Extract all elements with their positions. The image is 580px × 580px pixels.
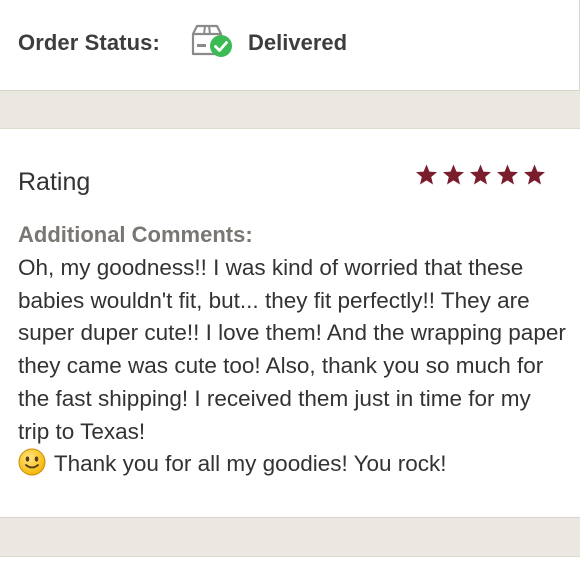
star-icon xyxy=(443,164,464,185)
star-rating xyxy=(414,163,547,187)
section-divider xyxy=(0,518,580,556)
additional-comments-heading: Additional Comments: xyxy=(18,222,253,247)
rating-label: Rating xyxy=(18,168,91,196)
order-status-label: Order Status: xyxy=(18,30,160,55)
order-status-value: Delivered xyxy=(248,30,348,55)
star-icon xyxy=(524,164,545,185)
comment-text: Oh, my goodness!! I was kind of worried … xyxy=(18,255,573,444)
additional-comments-text: Oh, my goodness!! I was kind of worried … xyxy=(18,252,568,481)
next-card xyxy=(0,556,580,580)
star-icon xyxy=(470,164,491,185)
order-status-card: Order Status: Delivered xyxy=(0,0,580,91)
smiley-face-icon xyxy=(18,448,46,476)
section-divider xyxy=(0,91,580,128)
package-delivered-icon xyxy=(191,22,235,60)
comment-text-end: Thank you for all my goodies! You rock! xyxy=(48,451,447,477)
star-icon xyxy=(416,164,437,185)
star-icon xyxy=(497,164,518,185)
